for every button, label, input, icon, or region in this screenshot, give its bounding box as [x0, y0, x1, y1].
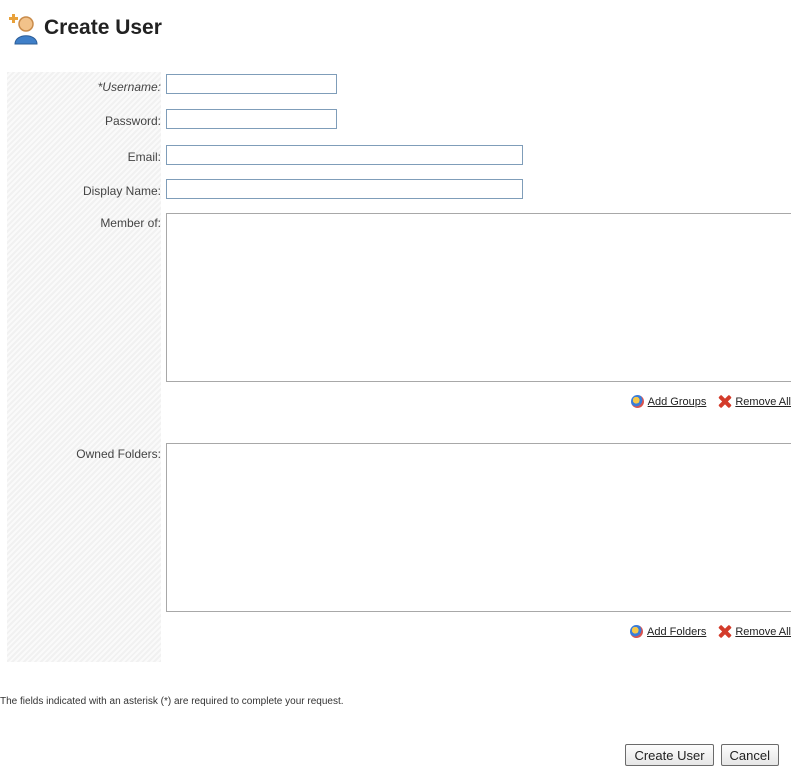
remove-icon [718, 625, 731, 638]
remove-all-folders-button[interactable]: Remove All [718, 625, 791, 638]
add-icon [630, 625, 644, 638]
email-label: Email: [127, 150, 161, 164]
page-header: Create User [6, 10, 162, 46]
member-of-list[interactable] [166, 213, 791, 382]
add-groups-button[interactable]: Add Groups [630, 395, 707, 408]
username-label: *Username: [97, 80, 161, 94]
add-folders-button[interactable]: Add Folders [630, 625, 706, 638]
remove-icon [718, 395, 731, 408]
add-groups-link[interactable]: Add Groups [648, 396, 707, 408]
owned-folders-label: Owned Folders: [76, 447, 161, 461]
add-icon [630, 395, 644, 408]
required-fields-note: The fields indicated with an asterisk (*… [0, 696, 344, 707]
add-folders-link[interactable]: Add Folders [647, 626, 706, 638]
page-title: Create User [44, 16, 162, 39]
display-name-label: Display Name: [82, 184, 161, 198]
remove-all-folders-link[interactable]: Remove All [735, 626, 791, 638]
email-field[interactable] [166, 145, 523, 165]
create-user-button[interactable]: Create User [625, 744, 714, 766]
cancel-button[interactable]: Cancel [720, 744, 779, 766]
member-actions: Add Groups Remove All [619, 395, 791, 408]
add-user-icon [6, 11, 40, 45]
remove-all-groups-link[interactable]: Remove All [735, 396, 791, 408]
username-field[interactable] [166, 74, 337, 94]
member-of-label: Member of: [100, 216, 161, 230]
owned-folders-list[interactable] [166, 443, 791, 612]
remove-all-groups-button[interactable]: Remove All [718, 395, 791, 408]
form-buttons: Create User Cancel [625, 744, 779, 766]
password-label: Password: [104, 114, 161, 128]
folder-actions: Add Folders Remove All [618, 625, 791, 638]
password-field[interactable] [166, 109, 337, 129]
display-name-field[interactable] [166, 179, 523, 199]
